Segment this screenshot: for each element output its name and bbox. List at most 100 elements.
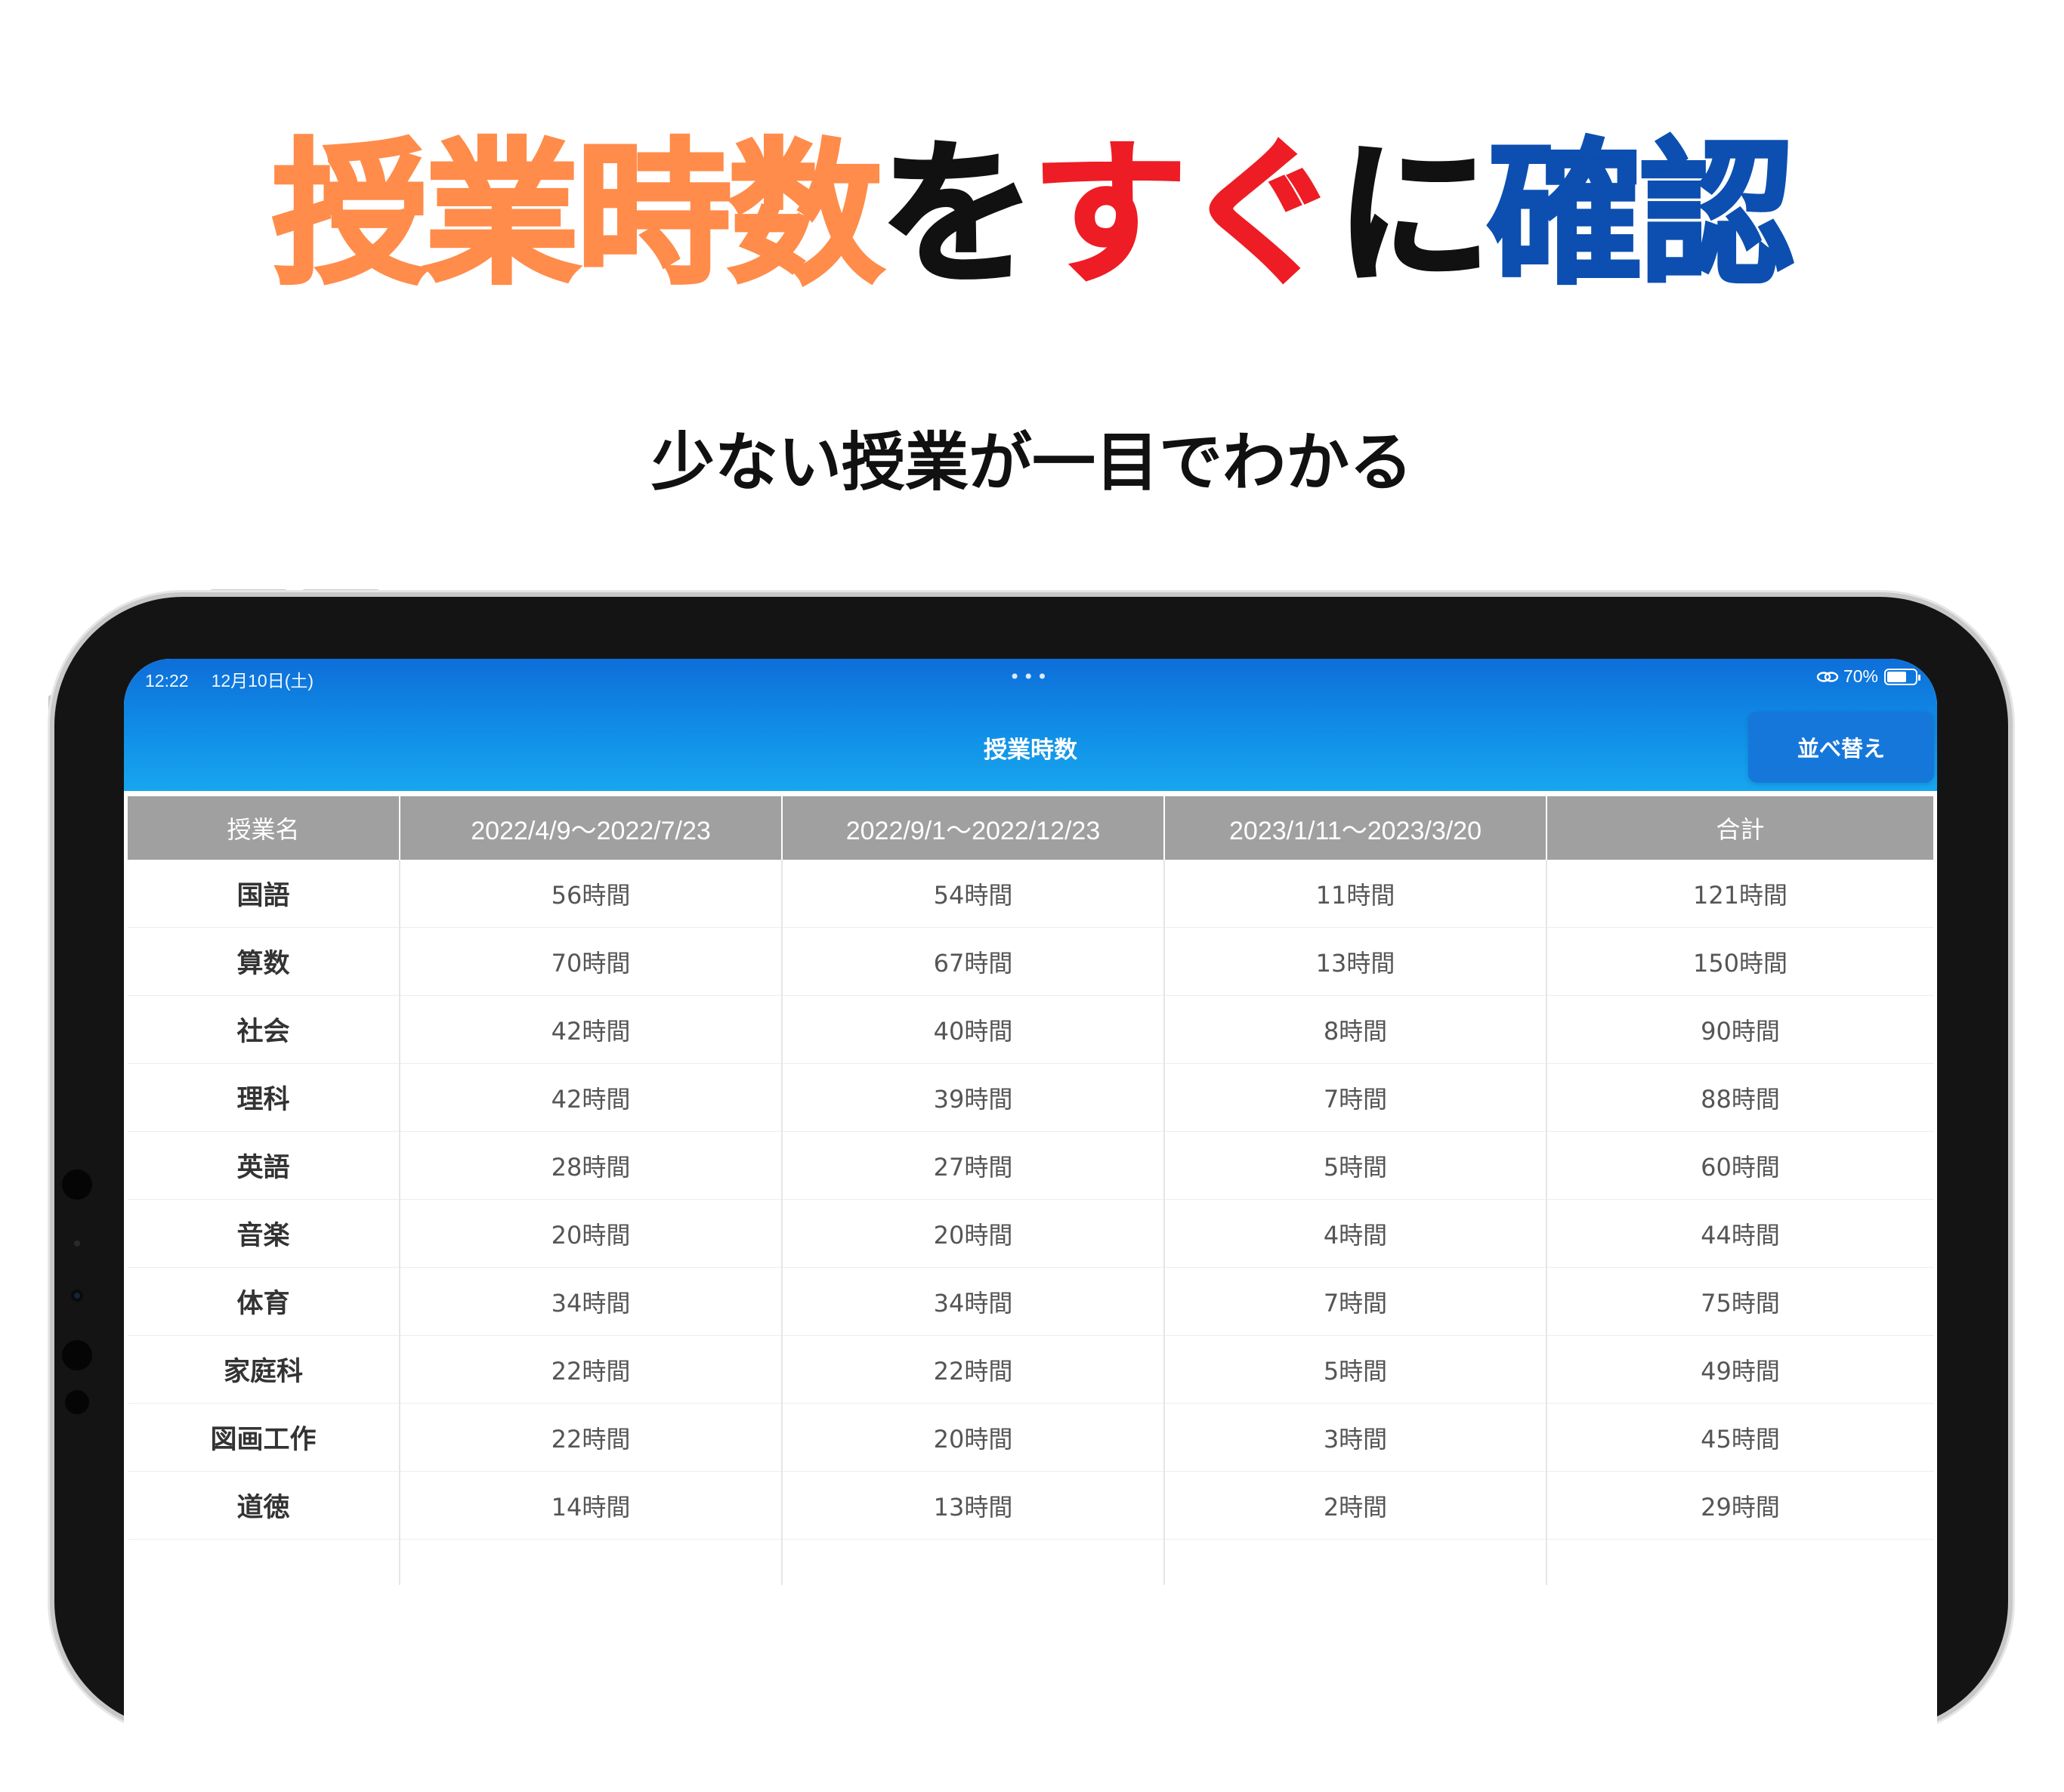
cell-subject: 家庭科 bbox=[128, 1335, 400, 1404]
headline: 授業時数をすぐに確認 bbox=[0, 132, 2064, 298]
link-icon bbox=[1816, 671, 1839, 682]
cell-hours: 40時間 bbox=[782, 995, 1165, 1064]
subheadline: 少ない授業が一目でわかる bbox=[650, 425, 1413, 499]
column-header-total: 合計 bbox=[1546, 796, 1933, 860]
headline-segment-3: すぐ bbox=[1030, 125, 1341, 305]
sensor-dot bbox=[65, 1390, 89, 1414]
cell-hours: 28時間 bbox=[400, 1131, 783, 1200]
table-row[interactable]: 理科 42時間 39時間 7時間 88時間 bbox=[128, 1063, 1933, 1132]
headline-segment-1: 授業時数 bbox=[271, 125, 885, 305]
cell-subject: 音楽 bbox=[128, 1199, 400, 1268]
column-header-term1: 2022/4/9〜2022/7/23 bbox=[400, 796, 783, 860]
table-row[interactable]: 道徳 14時間 13時間 2時間 29時間 bbox=[128, 1471, 1933, 1540]
cell-subject: 道徳 bbox=[128, 1471, 400, 1540]
headline-segment-2: を bbox=[879, 125, 1037, 305]
table-row[interactable]: 家庭科 22時間 22時間 5時間 49時間 bbox=[128, 1335, 1933, 1404]
app-screen: 12:22 12月10日(土) ••• 70% 授業時数 並べ替え 授業名 20… bbox=[124, 659, 1937, 1792]
status-time: 12:22 bbox=[145, 671, 189, 691]
cell-hours: 56時間 bbox=[400, 860, 783, 928]
table-row[interactable]: 算数 70時間 67時間 13時間 150時間 bbox=[128, 927, 1933, 996]
cell-hours: 11時間 bbox=[1164, 860, 1547, 928]
cell-hours: 20時間 bbox=[782, 1403, 1165, 1472]
empty-cell bbox=[400, 1539, 783, 1585]
cell-hours: 4時間 bbox=[1164, 1199, 1547, 1268]
empty-cell bbox=[128, 1539, 400, 1585]
sensor-dot bbox=[74, 1240, 80, 1247]
table-row[interactable]: 音楽 20時間 20時間 4時間 44時間 bbox=[128, 1199, 1933, 1268]
cell-hours: 8時間 bbox=[1164, 995, 1547, 1064]
cell-hours: 42時間 bbox=[400, 995, 783, 1064]
cell-total: 49時間 bbox=[1546, 1335, 1933, 1404]
camera-lens-icon bbox=[71, 1290, 83, 1302]
cell-total: 60時間 bbox=[1546, 1131, 1933, 1200]
cell-subject: 算数 bbox=[128, 927, 400, 996]
empty-cell bbox=[1164, 1539, 1547, 1585]
side-button bbox=[48, 695, 53, 786]
cell-hours: 5時間 bbox=[1164, 1335, 1547, 1404]
table-row[interactable]: 図画工作 22時間 20時間 3時間 45時間 bbox=[128, 1403, 1933, 1472]
cell-hours: 39時間 bbox=[782, 1063, 1165, 1132]
battery-percent: 70% bbox=[1843, 666, 1878, 686]
table-header-row: 授業名 2022/4/9〜2022/7/23 2022/9/1〜2022/12/… bbox=[128, 796, 1933, 860]
cell-hours: 13時間 bbox=[1164, 927, 1547, 996]
cell-total: 45時間 bbox=[1546, 1403, 1933, 1472]
cell-hours: 20時間 bbox=[400, 1199, 783, 1268]
volume-button-1 bbox=[210, 589, 287, 594]
cell-total: 121時間 bbox=[1546, 860, 1933, 928]
column-header-subject: 授業名 bbox=[128, 796, 400, 860]
status-date: 12月10日(土) bbox=[211, 671, 314, 691]
cell-hours: 14時間 bbox=[400, 1471, 783, 1540]
headline-segment-5: 確認 bbox=[1486, 125, 1797, 305]
volume-button-2 bbox=[302, 589, 379, 594]
cell-subject: 図画工作 bbox=[128, 1403, 400, 1472]
battery-icon bbox=[1884, 668, 1920, 685]
sort-button[interactable]: 並べ替え bbox=[1748, 712, 1934, 783]
table-row[interactable]: 体育 34時間 34時間 7時間 75時間 bbox=[128, 1267, 1933, 1336]
cell-total: 88時間 bbox=[1546, 1063, 1933, 1132]
column-header-term3: 2023/1/11〜2023/3/20 bbox=[1164, 796, 1547, 860]
cell-total: 90時間 bbox=[1546, 995, 1933, 1064]
cell-hours: 2時間 bbox=[1164, 1471, 1547, 1540]
cell-hours: 70時間 bbox=[400, 927, 783, 996]
sensor-dot bbox=[62, 1340, 92, 1370]
page-title: 授業時数 bbox=[984, 737, 1077, 764]
headline-segment-4: に bbox=[1334, 125, 1493, 305]
cell-hours: 3時間 bbox=[1164, 1403, 1547, 1472]
cell-hours: 7時間 bbox=[1164, 1267, 1547, 1336]
app-header: 12:22 12月10日(土) ••• 70% 授業時数 並べ替え bbox=[124, 659, 1937, 791]
sensor-dot bbox=[62, 1169, 92, 1200]
cell-hours: 22時間 bbox=[400, 1403, 783, 1472]
cell-subject: 英語 bbox=[128, 1131, 400, 1200]
table-row[interactable]: 国語 56時間 54時間 11時間 121時間 bbox=[128, 860, 1933, 928]
cell-total: 44時間 bbox=[1546, 1199, 1933, 1268]
cell-hours: 22時間 bbox=[400, 1335, 783, 1404]
cell-total: 150時間 bbox=[1546, 927, 1933, 996]
cell-subject: 体育 bbox=[128, 1267, 400, 1336]
status-bar-left: 12:22 12月10日(土) bbox=[145, 666, 314, 692]
cell-hours: 5時間 bbox=[1164, 1131, 1547, 1200]
cell-hours: 13時間 bbox=[782, 1471, 1165, 1540]
cell-hours: 67時間 bbox=[782, 927, 1165, 996]
status-bar-right: 70% bbox=[1816, 666, 1920, 687]
empty-cell bbox=[1546, 1540, 1933, 1586]
cell-subject: 国語 bbox=[128, 860, 400, 928]
cell-hours: 34時間 bbox=[400, 1267, 783, 1336]
cell-hours: 7時間 bbox=[1164, 1063, 1547, 1132]
cell-hours: 27時間 bbox=[782, 1131, 1165, 1200]
column-header-term2: 2022/9/1〜2022/12/23 bbox=[782, 796, 1165, 860]
cell-hours: 20時間 bbox=[782, 1199, 1165, 1268]
table-row[interactable]: 社会 42時間 40時間 8時間 90時間 bbox=[128, 995, 1933, 1064]
multitasking-dots-icon[interactable]: ••• bbox=[1009, 668, 1050, 686]
empty-cell bbox=[782, 1539, 1165, 1585]
table-row bbox=[128, 1539, 1933, 1586]
cell-total: 75時間 bbox=[1546, 1267, 1933, 1336]
cell-subject: 社会 bbox=[128, 995, 400, 1064]
class-hours-table: 授業名 2022/4/9〜2022/7/23 2022/9/1〜2022/12/… bbox=[128, 796, 1933, 1585]
cell-subject: 理科 bbox=[128, 1063, 400, 1132]
cell-hours: 22時間 bbox=[782, 1335, 1165, 1404]
cell-total: 29時間 bbox=[1546, 1471, 1933, 1540]
table-row[interactable]: 英語 28時間 27時間 5時間 60時間 bbox=[128, 1131, 1933, 1200]
cell-hours: 42時間 bbox=[400, 1063, 783, 1132]
tablet-frame: 12:22 12月10日(土) ••• 70% 授業時数 並べ替え 授業名 20… bbox=[54, 597, 2008, 1792]
cell-hours: 34時間 bbox=[782, 1267, 1165, 1336]
